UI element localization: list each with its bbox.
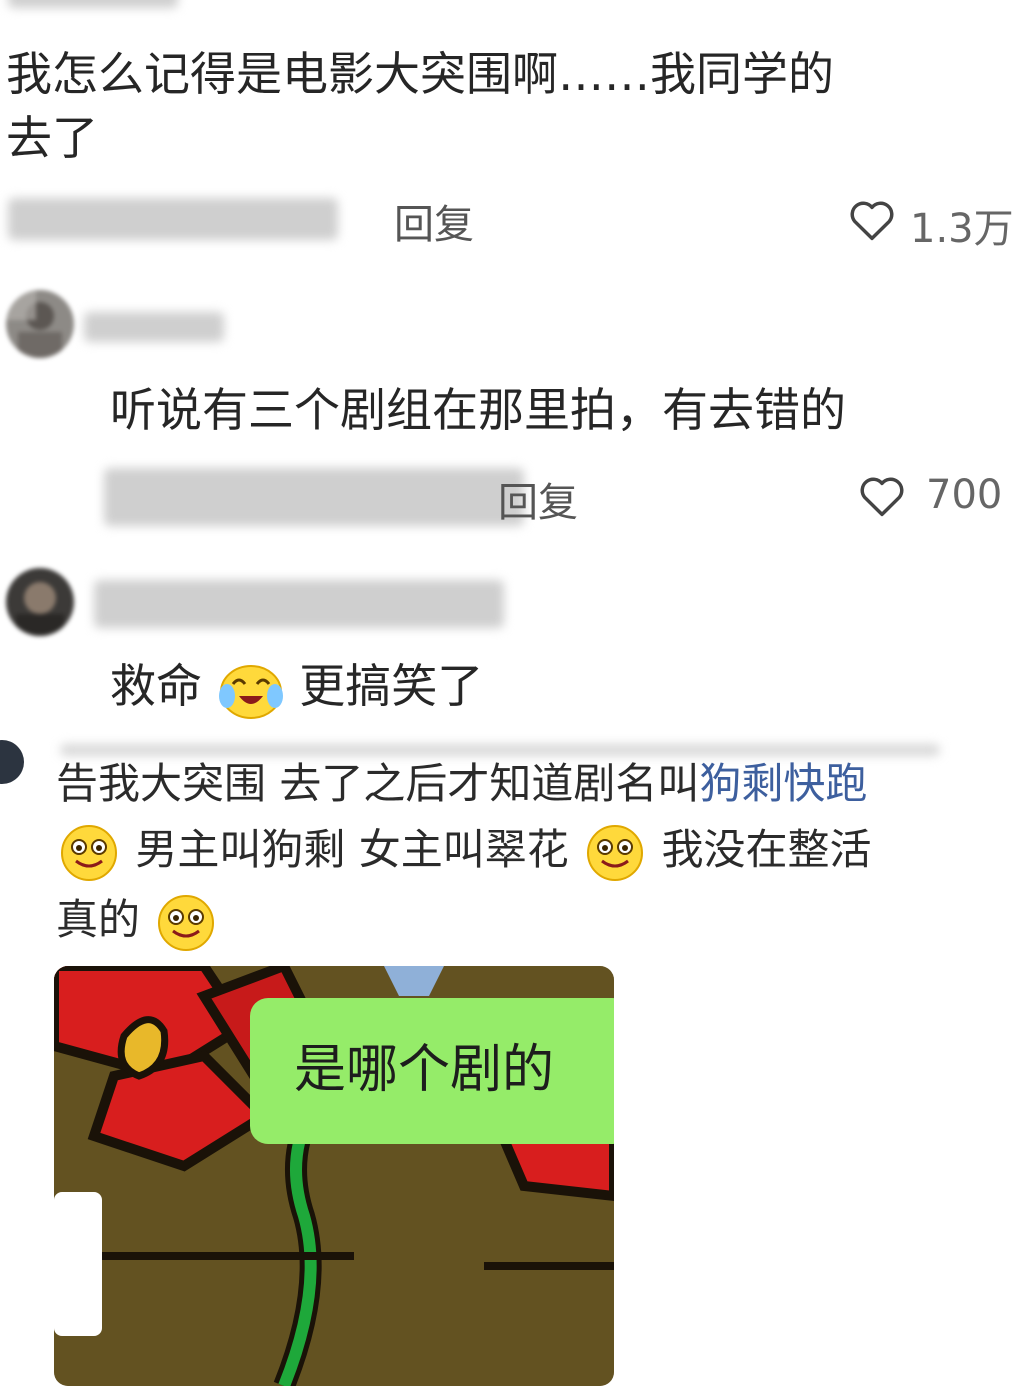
username-blurred	[94, 580, 504, 628]
post-text-line3: 真的	[56, 888, 219, 953]
smile-emoji-icon	[587, 824, 644, 881]
comment-text: 救命 更搞笑了	[110, 656, 483, 720]
crying-laughing-emoji-icon	[218, 664, 283, 719]
smile-emoji-icon	[158, 894, 215, 951]
post-text-line2-part1: 男主叫狗剩 女主叫翠花	[135, 825, 569, 874]
post-text-line3-plain: 真的	[56, 895, 141, 944]
reply-button[interactable]: 回复	[394, 192, 474, 250]
comment-text: 听说有三个剧组在那里拍，有去错的	[110, 383, 846, 437]
chat-bubble-text: 是哪个剧的	[294, 1040, 555, 1100]
timestamp-location-blurred	[8, 198, 338, 240]
like-count: 700	[926, 472, 1003, 518]
post-text-line2: 男主叫狗剩 女主叫翠花 我没在整活	[56, 818, 1024, 883]
chat-screenshot-image[interactable]: 是哪个剧的	[54, 966, 614, 1386]
post-text-line1-plain: 告我大突围 去了之后才知道剧名叫	[56, 759, 700, 808]
comment-text-part1: 救命	[110, 659, 202, 713]
post-text-line1: 告我大突围 去了之后才知道剧名叫狗剩快跑	[56, 758, 1024, 810]
like-count: 1.3万	[910, 206, 1014, 252]
drama-name-link[interactable]: 狗剩快跑	[699, 759, 867, 808]
comment-text-part2: 更搞笑了	[299, 659, 484, 713]
username-blurred	[8, 0, 178, 8]
comment-text-line2: 去了	[6, 111, 98, 165]
post-avatar	[0, 740, 24, 784]
chat-bubble: 是哪个剧的	[250, 998, 614, 1144]
comment-text-line1: 我怎么记得是电影大突围啊……我同学的	[6, 47, 834, 101]
header-blurred	[60, 744, 940, 756]
avatar[interactable]	[6, 568, 74, 636]
reply-button[interactable]: 回复	[498, 470, 578, 528]
heart-icon[interactable]	[856, 470, 908, 522]
timestamp-location-blurred	[104, 468, 524, 526]
avatar[interactable]	[6, 290, 74, 358]
username-blurred	[84, 312, 224, 342]
heart-icon[interactable]	[846, 194, 898, 246]
smile-emoji-icon	[61, 824, 117, 881]
post-text-line2-part2: 我没在整活	[661, 825, 872, 874]
